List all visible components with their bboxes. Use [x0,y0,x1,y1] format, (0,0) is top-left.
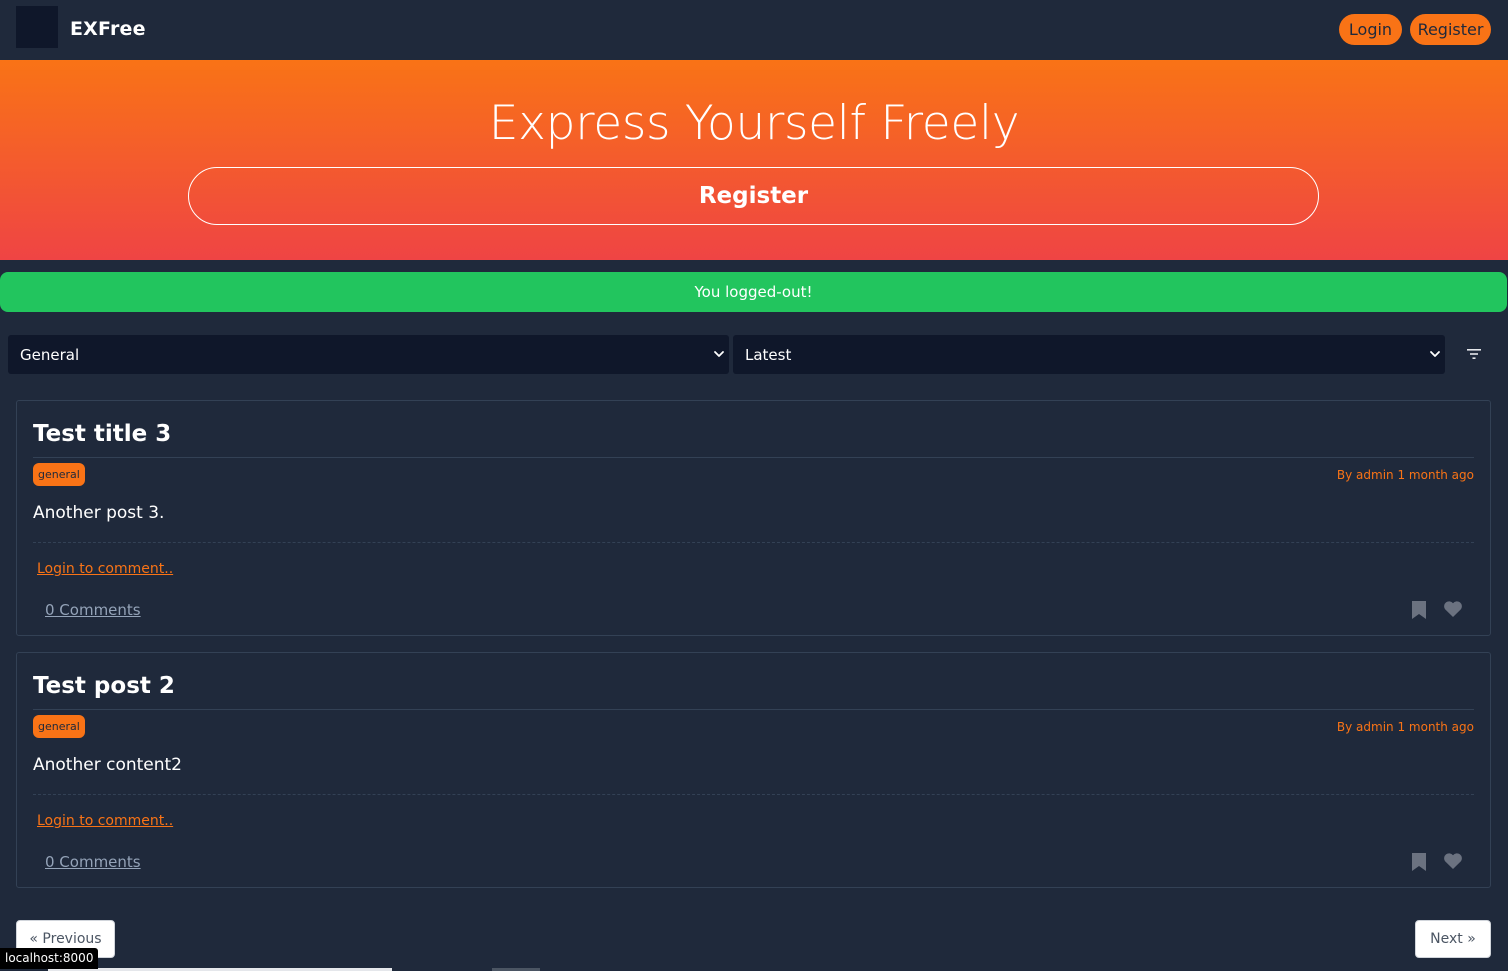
hero-register-button[interactable]: Register [188,167,1319,225]
filter-icon[interactable] [1466,348,1482,360]
login-to-comment-link[interactable]: Login to comment.. [37,561,173,577]
post-divider [33,709,1474,710]
post-tag[interactable]: general [33,715,85,738]
register-button[interactable]: Register [1410,14,1491,45]
sort-select-value: Latest [745,346,792,364]
next-page-button[interactable]: Next » [1415,920,1491,958]
hero-title: Express Yourself Freely [488,96,1020,151]
post-meta: By admin 1 month ago [1336,468,1474,482]
status-url: localhost:8000 [0,948,99,969]
post-body: Another post 3. [33,503,165,523]
logout-alert: You logged-out! [0,272,1507,312]
bookmark-icon[interactable] [1411,852,1427,872]
comments-link[interactable]: 0 Comments [45,853,141,871]
logo-image[interactable] [16,6,58,48]
post-body: Another content2 [33,755,182,775]
login-button[interactable]: Login [1339,14,1402,45]
login-to-comment-link[interactable]: Login to comment.. [37,813,173,829]
post-title[interactable]: Test title 3 [33,421,171,447]
brand-name[interactable]: EXFree [70,18,146,40]
post-separator [33,794,1474,795]
navbar: EXFree Login Register [0,0,1508,60]
sort-select[interactable]: Latest [733,335,1445,374]
hero-banner: Express Yourself Freely Register [0,60,1508,260]
bookmark-icon[interactable] [1411,600,1427,620]
post-meta: By admin 1 month ago [1336,720,1474,734]
category-select[interactable]: General [8,335,729,374]
heart-icon[interactable] [1443,600,1463,618]
post-divider [33,457,1474,458]
chevron-down-icon [714,351,724,357]
chevron-down-icon [1430,351,1440,357]
heart-icon[interactable] [1443,852,1463,870]
post-title[interactable]: Test post 2 [33,673,175,699]
post-tag[interactable]: general [33,463,85,486]
post-separator [33,542,1474,543]
category-select-value: General [20,346,80,364]
comments-link[interactable]: 0 Comments [45,601,141,619]
post-card: Test post 2 general By admin 1 month ago… [16,652,1491,888]
post-card: Test title 3 general By admin 1 month ag… [16,400,1491,636]
